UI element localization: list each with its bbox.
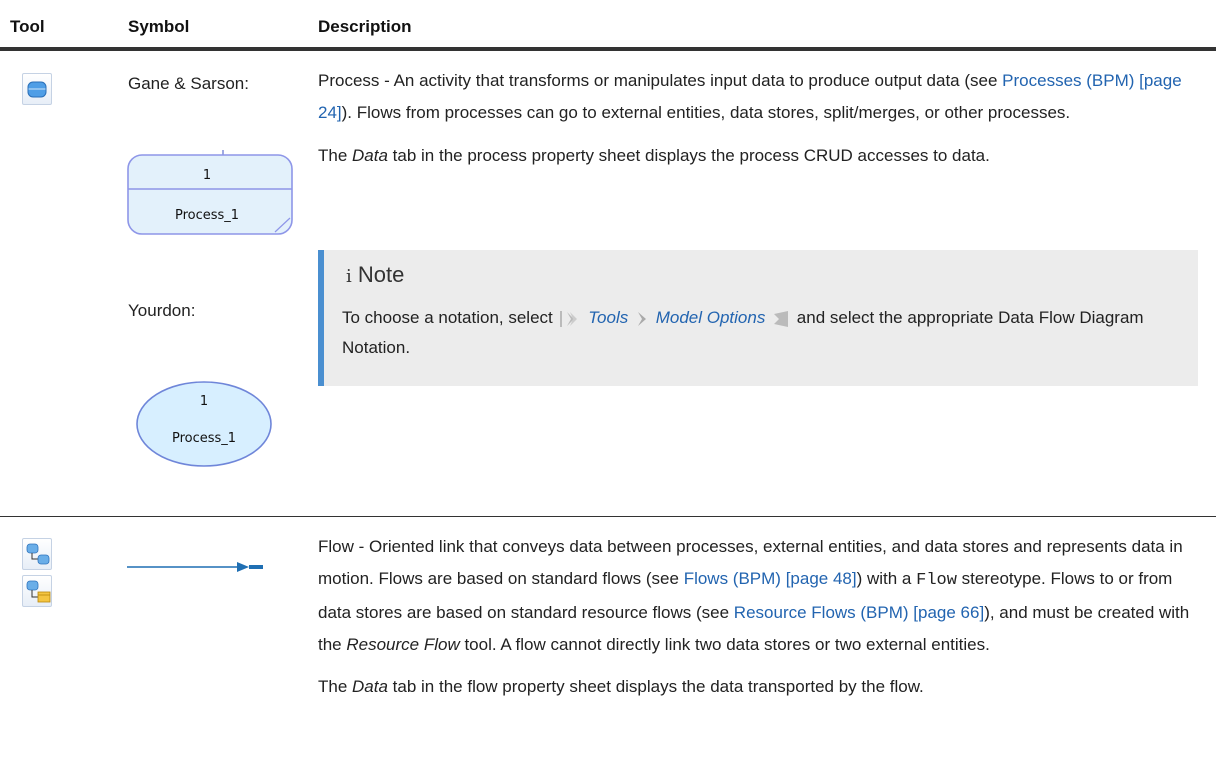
note-title: i Note	[346, 262, 405, 287]
note-info-icon: i	[346, 266, 352, 287]
process-desc-p1: Process - An activity that transforms or…	[318, 71, 1182, 122]
header-description: Description	[318, 17, 412, 36]
gane-sarson-process-shape: 1 Process_1	[127, 150, 293, 235]
flow-description: Flow - Oriented link that conveys data b…	[318, 531, 1198, 703]
menu-arrow-icon	[560, 310, 578, 327]
menu-arrow-icon	[637, 311, 646, 326]
header-symbol: Symbol	[128, 17, 190, 36]
yourdon-shape-name: Process_1	[172, 431, 236, 446]
yourdon-process-shape: 1 Process_1	[136, 381, 272, 467]
row-divider	[0, 516, 1216, 517]
flow-tool-icon[interactable]	[22, 538, 52, 570]
note-accent-bar	[318, 250, 324, 386]
gs-shape-name: Process_1	[175, 208, 239, 223]
note-box: i Note To choose a notation, select Tool…	[318, 250, 1198, 386]
header-divider	[0, 47, 1216, 51]
note-body: To choose a notation, select Tools Model…	[342, 308, 1144, 357]
process-tool-icon[interactable]	[22, 73, 52, 105]
resource-flows-bpm-link[interactable]: Resource Flows (BPM) [page 66]	[734, 603, 984, 622]
process-desc-p2: The Data tab in the process property she…	[318, 146, 990, 165]
flow-symbol-arrow	[127, 562, 263, 572]
gs-shape-number: 1	[203, 168, 211, 183]
resource-flow-tool-icon[interactable]	[22, 575, 52, 607]
header-tool: Tool	[10, 17, 45, 36]
flows-bpm-link[interactable]: Flows (BPM) [page 48]	[684, 569, 857, 588]
menu-model-options: Model Options	[655, 308, 766, 327]
process-description: Process - An activity that transforms or…	[318, 65, 1198, 172]
flow-desc-p1: Flow - Oriented link that conveys data b…	[318, 537, 1190, 654]
gane-sarson-label: Gane & Sarson:	[128, 74, 249, 93]
flow-desc-p2: The Data tab in the flow property sheet …	[318, 677, 924, 696]
menu-tools: Tools	[588, 308, 629, 327]
menu-arrow-icon	[774, 310, 789, 327]
yourdon-label: Yourdon:	[128, 301, 196, 320]
yourdon-shape-number: 1	[200, 394, 208, 409]
